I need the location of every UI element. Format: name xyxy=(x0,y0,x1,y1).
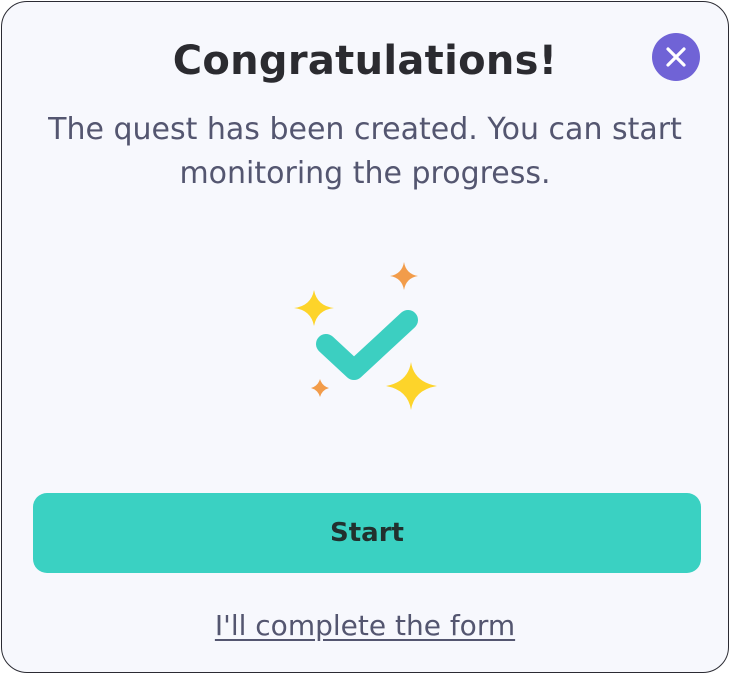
sparkle-orange-small xyxy=(311,379,329,397)
close-icon xyxy=(666,47,686,67)
complete-form-link-row: I'll complete the form xyxy=(2,606,728,646)
check-sparkles-icon xyxy=(294,262,437,410)
congratulations-dialog: Congratulations! The quest has been crea… xyxy=(1,1,729,673)
start-button[interactable]: Start xyxy=(33,493,701,573)
complete-form-link[interactable]: I'll complete the form xyxy=(215,609,515,642)
sparkle-yellow-left xyxy=(294,290,334,326)
sparkle-orange-large xyxy=(390,262,418,290)
close-button[interactable] xyxy=(652,33,700,81)
dialog-title: Congratulations! xyxy=(172,38,558,84)
sparkle-yellow-right xyxy=(386,362,437,410)
dialog-message: The quest has been created. You can star… xyxy=(48,112,682,191)
check-mark xyxy=(316,310,418,380)
